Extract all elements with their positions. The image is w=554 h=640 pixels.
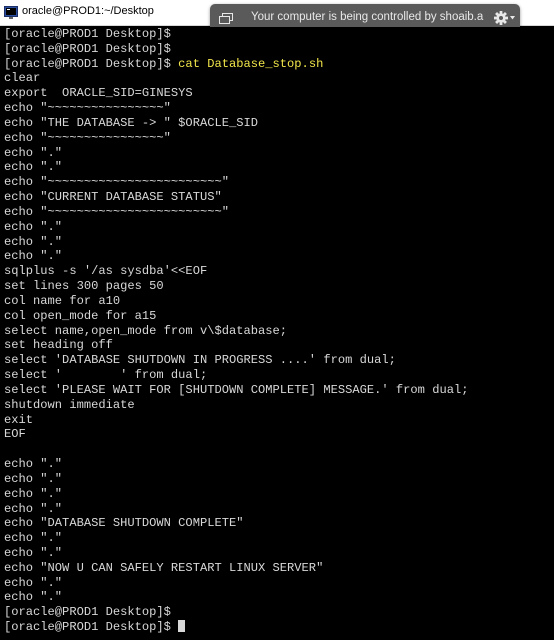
output-line: echo "." — [4, 471, 63, 486]
output-line: sqlplus -s '/as sysdba'<<EOF — [4, 264, 208, 279]
shell-prompt: [oracle@PROD1 Desktop]$ — [4, 41, 171, 56]
terminal-output[interactable]: [oracle@PROD1 Desktop]$ [oracle@PROD1 Des… — [0, 27, 554, 640]
output-line: select 'PLEASE WAIT FOR [SHUTDOWN COMPLE… — [4, 382, 469, 397]
gear-icon[interactable] — [492, 9, 516, 27]
shell-prompt: [oracle@PROD1 Desktop]$ — [4, 620, 171, 635]
command-text: cat Database_stop.sh — [170, 56, 324, 71]
output-line: echo "." — [4, 249, 63, 264]
output-line: select 'DATABASE SHUTDOWN IN PROGRESS ..… — [4, 353, 396, 368]
prompt-line: [oracle@PROD1 Desktop]$ — [4, 27, 554, 42]
output-line: echo "." — [4, 501, 63, 516]
output-line: echo "." — [4, 590, 63, 605]
remote-screen-icon — [219, 12, 233, 24]
output-line: echo "THE DATABASE -> " $ORACLE_SID — [4, 115, 259, 130]
output-line: echo "." — [4, 457, 63, 472]
output-line: set lines 300 pages 50 — [4, 279, 164, 294]
output-line: echo "." — [4, 545, 63, 560]
output-line: echo "." — [4, 486, 63, 501]
window-titlebar[interactable]: oracle@PROD1:~/Desktop Your computer is … — [0, 0, 554, 33]
output-line: echo "~~~~~~~~~~~~~~~~" — [4, 130, 171, 145]
output-line: exit — [4, 412, 34, 427]
output-line: EOF — [4, 427, 26, 442]
output-line: col open_mode for a15 — [4, 308, 157, 323]
output-line: echo "~~~~~~~~~~~~~~~~" — [4, 101, 171, 116]
output-line: echo "." — [4, 234, 63, 249]
output-line: echo "." — [4, 219, 63, 234]
output-line: col name for a10 — [4, 293, 121, 308]
output-line: echo "CURRENT DATABASE STATUS" — [4, 190, 222, 205]
shell-prompt: [oracle@PROD1 Desktop]$ — [4, 605, 171, 620]
output-line: export ORACLE_SID=GINESYS — [4, 86, 193, 101]
output-line: shutdown immediate — [4, 397, 135, 412]
prompt-line: [oracle@PROD1 Desktop]$ cat Database_sto… — [4, 57, 554, 72]
output-line: select name,open_mode from v\$database; — [4, 323, 288, 338]
text-cursor — [178, 620, 186, 633]
prompt-line: [oracle@PROD1 Desktop]$ — [4, 42, 554, 57]
prompt-line: [oracle@PROD1 Desktop]$ — [4, 620, 554, 635]
output-line: echo "." — [4, 575, 63, 590]
remote-control-message: Your computer is being controlled by sho… — [251, 11, 484, 23]
output-line: echo "~~~~~~~~~~~~~~~~~~~~~~~~" — [4, 204, 229, 219]
output-line: echo "NOW U CAN SAFELY RESTART LINUX SER… — [4, 560, 324, 575]
putty-terminal-icon — [4, 6, 18, 19]
command-text — [171, 620, 178, 634]
output-line: echo "." — [4, 531, 63, 546]
output-line: set heading off — [4, 338, 113, 353]
prompt-line: [oracle@PROD1 Desktop]$ — [4, 605, 554, 620]
shell-prompt: [oracle@PROD1 Desktop]$ — [4, 27, 171, 41]
shell-prompt: [oracle@PROD1 Desktop]$ — [4, 56, 171, 71]
output-line: echo "." — [4, 160, 63, 175]
output-line: clear — [4, 71, 41, 86]
output-line: echo "DATABASE SHUTDOWN COMPLETE" — [4, 516, 244, 531]
window-title: oracle@PROD1:~/Desktop — [22, 5, 154, 17]
output-line: select ' ' from dual; — [4, 368, 208, 383]
output-line: echo "~~~~~~~~~~~~~~~~~~~~~~~~" — [4, 175, 229, 190]
output-line: echo "." — [4, 145, 63, 160]
